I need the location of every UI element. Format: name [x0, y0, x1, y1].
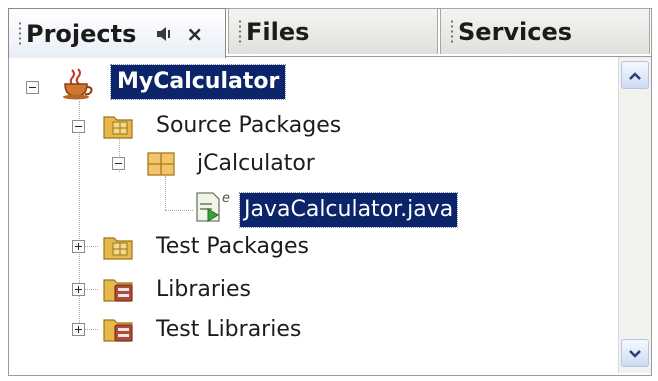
tree-node-file[interactable]: JavaCalculator.java	[238, 192, 459, 228]
coffee-cup-icon	[60, 66, 96, 106]
collapse-toggle[interactable]	[72, 120, 85, 133]
package-folder-icon	[102, 111, 134, 145]
tree-connector	[165, 210, 193, 211]
svg-text:e: e	[222, 191, 230, 206]
tab-files-label: Files	[246, 17, 310, 46]
tree-node-test-packages[interactable]: Test Packages	[156, 230, 309, 264]
tab-drag-grip[interactable]	[18, 20, 22, 47]
scroll-up-button[interactable]	[621, 61, 649, 89]
close-tab-button[interactable]: ×	[186, 22, 203, 46]
scroll-down-button[interactable]	[621, 339, 649, 367]
expand-toggle[interactable]	[72, 323, 85, 336]
tree-node-test-libraries[interactable]: Test Libraries	[156, 313, 301, 347]
package-folder-icon	[102, 232, 134, 266]
tab-services[interactable]: Services	[440, 8, 650, 54]
library-folder-icon	[102, 314, 136, 348]
package-icon	[146, 150, 176, 182]
expand-toggle[interactable]	[72, 240, 85, 253]
collapse-toggle[interactable]	[26, 81, 39, 94]
minimize-speaker-icon[interactable]	[156, 24, 174, 44]
tree-node-libraries[interactable]: Libraries	[156, 273, 251, 307]
java-class-file-icon: e	[194, 189, 244, 227]
tab-projects[interactable]: Projects ×	[8, 8, 226, 58]
chevron-up-icon	[628, 66, 642, 85]
tab-files[interactable]: Files	[228, 8, 438, 54]
tab-projects-label: Projects	[26, 19, 137, 48]
tree-node-source-packages[interactable]: Source Packages	[156, 109, 341, 143]
tab-drag-grip[interactable]	[238, 18, 242, 45]
library-folder-icon	[102, 274, 136, 308]
collapse-toggle[interactable]	[112, 157, 125, 170]
tab-services-label: Services	[458, 17, 573, 46]
vertical-scrollbar[interactable]	[618, 57, 651, 373]
tree-node-package[interactable]: jCalculator	[197, 147, 315, 181]
expand-toggle[interactable]	[72, 283, 85, 296]
tab-drag-grip[interactable]	[450, 18, 454, 45]
tree-node-root[interactable]: MyCalculator	[109, 64, 287, 100]
tree-connector	[79, 101, 80, 331]
chevron-down-icon	[628, 344, 642, 363]
